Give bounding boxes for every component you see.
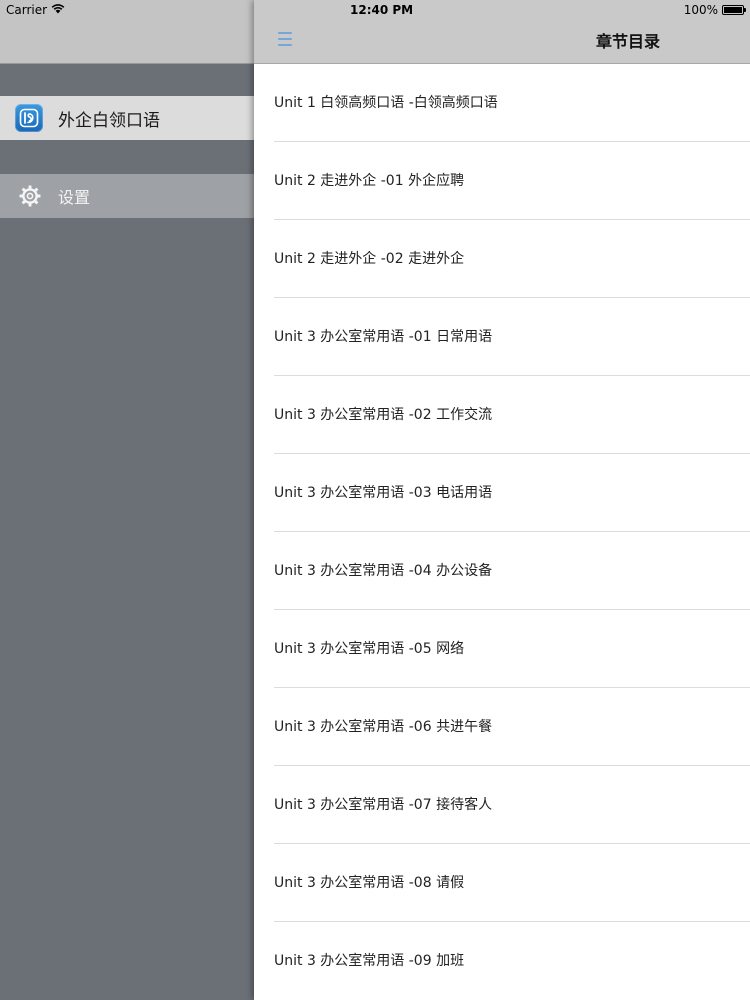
chapter-title: Unit 3 办公室常用语 -03 电话用语 [274, 485, 493, 501]
hamburger-icon[interactable] [276, 30, 296, 48]
chapter-list-item[interactable]: Unit 3 办公室常用语 -03 电话用语 [254, 454, 750, 532]
chapter-title: Unit 3 办公室常用语 -06 共进午餐 [274, 719, 493, 735]
side-menu-item-settings[interactable]: 设置 [0, 174, 254, 218]
chapter-title: Unit 3 办公室常用语 -01 日常用语 [274, 329, 493, 345]
chapter-title: Unit 2 走进外企 -01 外企应聘 [274, 173, 465, 189]
chapter-title: Unit 2 走进外企 -02 走进外企 [274, 251, 465, 267]
carrier-label: Carrier [6, 3, 48, 17]
battery-fill [724, 7, 742, 13]
status-bar: Carrier 12:40 PM 100% [0, 0, 750, 20]
chapter-list-item[interactable]: Unit 3 办公室常用语 -09 加班 [254, 922, 750, 1000]
chapter-list-item[interactable]: Unit 3 办公室常用语 -08 请假 [254, 844, 750, 922]
chapter-list-item[interactable]: Unit 3 办公室常用语 -01 日常用语 [254, 298, 750, 376]
status-time: 12:40 PM [350, 3, 414, 17]
battery-icon [722, 5, 746, 15]
chapter-list-item[interactable]: Unit 3 办公室常用语 -06 共进午餐 [254, 688, 750, 766]
side-menu-item-app-label: 外企白领口语 [58, 110, 160, 131]
chapter-title: Unit 3 办公室常用语 -02 工作交流 [274, 407, 493, 423]
battery-indicator: 100% [683, 3, 746, 17]
battery-percent: 100% [683, 3, 718, 17]
app-logo-icon [15, 104, 43, 132]
page-title: 章节目录 [596, 32, 661, 51]
chapter-title: Unit 3 办公室常用语 -09 加班 [274, 953, 465, 969]
chapter-list-item[interactable]: Unit 2 走进外企 -01 外企应聘 [254, 142, 750, 220]
chapter-title: Unit 3 办公室常用语 -04 办公设备 [274, 563, 493, 579]
chapter-title: Unit 3 办公室常用语 -07 接待客人 [274, 797, 493, 813]
side-menu-item-app[interactable]: 外企白领口语 [0, 96, 254, 140]
chapter-title: Unit 1 白领高频口语 -白领高频口语 [274, 95, 498, 111]
chapter-title: Unit 3 办公室常用语 -08 请假 [274, 875, 465, 891]
side-menu-item-settings-label: 设置 [58, 188, 91, 207]
chapter-panel: 章节目录 Unit 1 白领高频口语 -白领高频口语 Unit 2 走进外企 -0… [254, 0, 750, 1000]
chapter-title: Unit 3 办公室常用语 -05 网络 [274, 641, 465, 657]
chapter-list-item[interactable]: Unit 3 办公室常用语 -07 接待客人 [254, 766, 750, 844]
chapter-list-item[interactable]: Unit 3 办公室常用语 -05 网络 [254, 610, 750, 688]
carrier-indicator: Carrier [6, 3, 65, 17]
chapter-list-item[interactable]: Unit 1 白领高频口语 -白领高频口语 [254, 64, 750, 142]
chapter-list: Unit 1 白领高频口语 -白领高频口语 Unit 2 走进外企 -01 外企应… [254, 64, 750, 1000]
chapter-list-item[interactable]: Unit 3 办公室常用语 -04 办公设备 [254, 532, 750, 610]
wifi-icon [51, 3, 65, 17]
gear-icon [17, 183, 43, 209]
side-menu: 外企白领口语 设置 [0, 0, 254, 1000]
chapter-list-item[interactable]: Unit 3 办公室常用语 -02 工作交流 [254, 376, 750, 454]
chapter-list-item[interactable]: Unit 2 走进外企 -02 走进外企 [254, 220, 750, 298]
